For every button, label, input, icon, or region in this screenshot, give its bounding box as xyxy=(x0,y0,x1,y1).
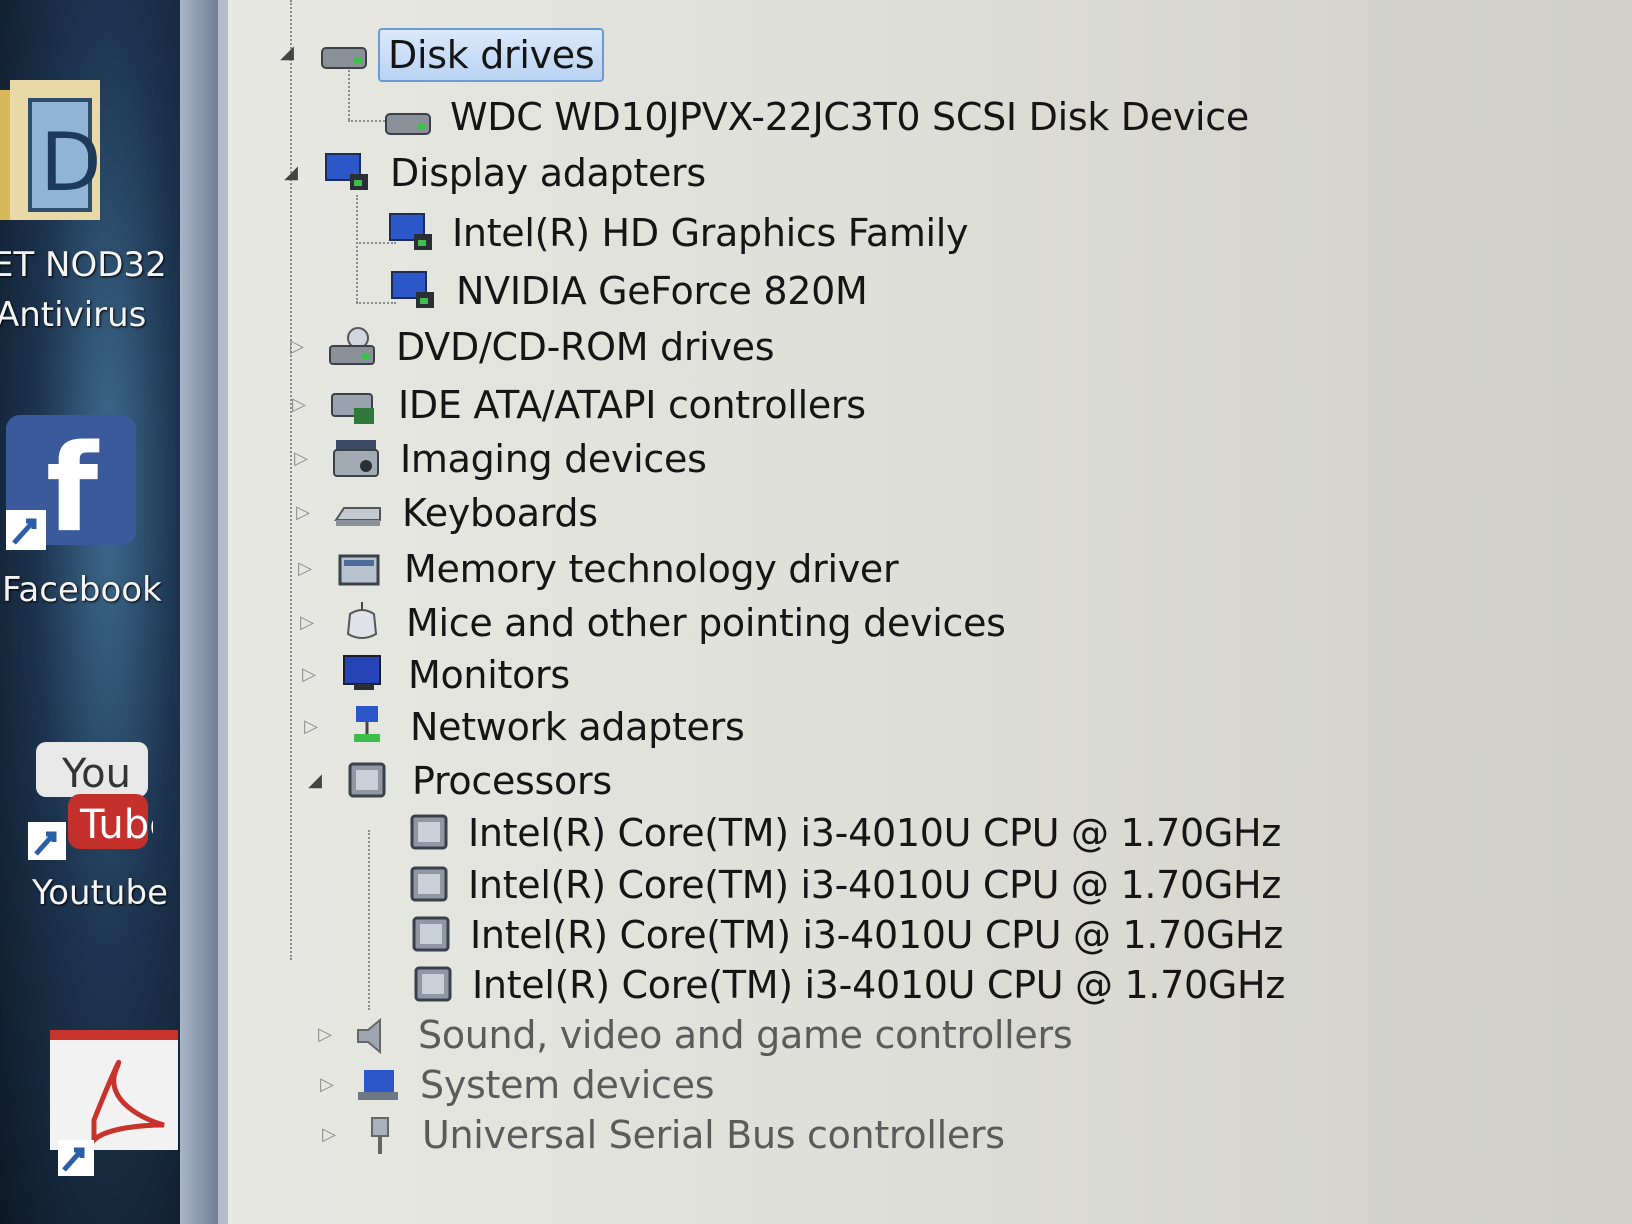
processor-icon xyxy=(406,812,454,852)
tree-device-cpu-2[interactable]: Intel(R) Core(TM) i3-4010U CPU @ 1.70GHz xyxy=(228,860,1428,910)
tree-category-label: Processors xyxy=(412,759,612,803)
tree-category-label: Memory technology driver xyxy=(404,547,899,591)
tree-category-label: Mice and other pointing devices xyxy=(406,601,1006,645)
expanded-arrow-icon[interactable]: ◢ xyxy=(276,42,298,64)
monitor-icon xyxy=(340,654,388,694)
tree-category-imaging[interactable]: ▷ Imaging devices xyxy=(228,434,1128,484)
sound-device-icon xyxy=(352,1016,400,1056)
display-adapter-icon xyxy=(324,152,372,192)
tree-device-cpu-4[interactable]: Intel(R) Core(TM) i3-4010U CPU @ 1.70GHz xyxy=(228,960,1428,1010)
disk-drive-icon xyxy=(384,100,432,140)
adobe-reader-icon[interactable] xyxy=(44,1030,180,1180)
tree-device-label: Intel(R) Core(TM) i3-4010U CPU @ 1.70GHz xyxy=(472,963,1285,1007)
mouse-icon xyxy=(338,600,386,640)
tree-category-label: Sound, video and game controllers xyxy=(418,1013,1073,1057)
ide-controller-icon xyxy=(330,386,378,426)
tree-category-label: IDE ATA/ATAPI controllers xyxy=(398,383,866,427)
collapsed-arrow-icon[interactable]: ▷ xyxy=(294,558,316,580)
tree-category-dvd-cdrom[interactable]: ▷ DVD/CD-ROM drives xyxy=(228,322,1128,372)
display-adapter-icon xyxy=(388,212,436,252)
processor-icon xyxy=(344,760,392,800)
display-adapter-icon xyxy=(390,270,438,310)
tree-category-label: Monitors xyxy=(408,653,570,697)
collapsed-arrow-icon[interactable]: ▷ xyxy=(292,502,314,524)
system-device-icon xyxy=(354,1066,402,1106)
tree-category-ide-ata[interactable]: ▷ IDE ATA/ATAPI controllers xyxy=(228,380,1128,430)
tree-device-gpu-intel[interactable]: Intel(R) HD Graphics Family xyxy=(228,208,1228,258)
window-border xyxy=(180,0,220,1224)
collapsed-arrow-icon[interactable]: ▷ xyxy=(318,1124,340,1146)
tree-category-display-adapters[interactable]: ◢ Display adapters xyxy=(228,148,1128,198)
collapsed-arrow-icon[interactable]: ▷ xyxy=(296,612,318,634)
tree-category-mice[interactable]: ▷ Mice and other pointing devices xyxy=(228,598,1228,648)
tree-category-processors[interactable]: ◢ Processors xyxy=(228,756,1128,806)
facebook-icon[interactable]: f xyxy=(6,415,136,555)
eset-label-line2: Antivirus xyxy=(0,295,147,335)
window-inner-border xyxy=(218,0,228,1224)
collapsed-arrow-icon[interactable]: ▷ xyxy=(286,336,308,358)
tree-category-label: Disk drives xyxy=(378,28,605,82)
expanded-arrow-icon[interactable]: ◢ xyxy=(304,770,326,792)
tree-category-label: Imaging devices xyxy=(400,437,707,481)
tree-category-label: Keyboards xyxy=(402,491,598,535)
svg-text:D: D xyxy=(40,116,102,209)
tree-device-label: Intel(R) Core(TM) i3-4010U CPU @ 1.70GHz xyxy=(468,863,1281,907)
tree-device-label: Intel(R) Core(TM) i3-4010U CPU @ 1.70GHz xyxy=(468,811,1281,855)
collapsed-arrow-icon[interactable]: ▷ xyxy=(298,664,320,686)
tree-category-label: Network adapters xyxy=(410,705,745,749)
collapsed-arrow-icon[interactable]: ▷ xyxy=(288,394,310,416)
tree-category-sound-video[interactable]: ▷ Sound, video and game controllers xyxy=(228,1010,1228,1060)
tree-category-system-devices[interactable]: ▷ System devices xyxy=(228,1060,1128,1110)
collapsed-arrow-icon[interactable]: ▷ xyxy=(290,448,312,470)
tree-device-gpu-nvidia[interactable]: NVIDIA GeForce 820M xyxy=(228,266,1228,316)
tree-category-memory-technology[interactable]: ▷ Memory technology driver xyxy=(228,544,1128,594)
youtube-label: Youtube xyxy=(32,873,168,913)
tree-category-keyboards[interactable]: ▷ Keyboards xyxy=(228,488,1128,538)
tree-category-label: Display adapters xyxy=(390,151,706,195)
tree-device-cpu-3[interactable]: Intel(R) Core(TM) i3-4010U CPU @ 1.70GHz xyxy=(228,910,1428,960)
network-adapter-icon xyxy=(342,704,390,744)
memory-device-icon xyxy=(336,550,384,590)
youtube-icon[interactable]: You Tube xyxy=(28,742,153,862)
facebook-label: Facebook xyxy=(2,570,162,610)
svg-text:f: f xyxy=(46,420,100,555)
tree-device-cpu-1[interactable]: Intel(R) Core(TM) i3-4010U CPU @ 1.70GHz xyxy=(228,808,1428,858)
svg-text:You: You xyxy=(61,751,131,797)
tree-category-monitors[interactable]: ▷ Monitors xyxy=(228,650,1128,700)
processor-icon xyxy=(408,914,456,954)
svg-text:Tube: Tube xyxy=(79,802,153,848)
tree-device-label: NVIDIA GeForce 820M xyxy=(456,269,868,313)
eset-label-line1: ET NOD32 xyxy=(0,245,167,285)
eset-nod32-icon[interactable]: D xyxy=(0,70,110,230)
tree-device-label: Intel(R) HD Graphics Family xyxy=(452,211,969,255)
collapsed-arrow-icon[interactable]: ▷ xyxy=(316,1074,338,1096)
tree-category-label: Universal Serial Bus controllers xyxy=(422,1113,1005,1157)
imaging-device-icon xyxy=(332,438,380,478)
device-tree: ◢ Disk drives WDC WD10JPVX-22JC3T0 SCSI … xyxy=(228,0,1632,1224)
disk-drive-icon xyxy=(320,34,368,74)
tree-category-network[interactable]: ▷ Network adapters xyxy=(228,702,1128,752)
usb-controller-icon xyxy=(356,1116,404,1156)
tree-category-label: System devices xyxy=(420,1063,715,1107)
collapsed-arrow-icon[interactable]: ▷ xyxy=(314,1024,336,1046)
tree-category-disk-drives[interactable]: ◢ Disk drives xyxy=(228,28,1128,82)
expanded-arrow-icon[interactable]: ◢ xyxy=(280,162,302,184)
tree-category-usb[interactable]: ▷ Universal Serial Bus controllers xyxy=(228,1110,1228,1160)
dvd-drive-icon xyxy=(328,326,376,366)
keyboard-icon xyxy=(334,494,382,534)
tree-device-label: WDC WD10JPVX-22JC3T0 SCSI Disk Device xyxy=(450,95,1249,139)
processor-icon xyxy=(410,964,458,1004)
tree-category-label: DVD/CD-ROM drives xyxy=(396,325,775,369)
tree-device-label: Intel(R) Core(TM) i3-4010U CPU @ 1.70GHz xyxy=(470,913,1283,957)
collapsed-arrow-icon[interactable]: ▷ xyxy=(300,716,322,738)
desktop-background: D ET NOD32 Antivirus f Facebook You Tube… xyxy=(0,0,180,1224)
tree-device-disk[interactable]: WDC WD10JPVX-22JC3T0 SCSI Disk Device xyxy=(228,92,1428,142)
processor-icon xyxy=(406,864,454,904)
